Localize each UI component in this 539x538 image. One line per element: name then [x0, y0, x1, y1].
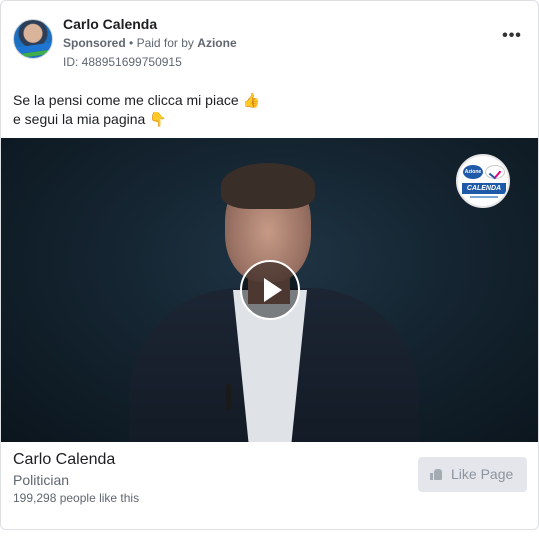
sponsored-label: Sponsored [63, 36, 126, 50]
ad-footer: Carlo Calenda Politician 199,298 people … [1, 442, 538, 529]
video-player[interactable]: Azione CALENDA [1, 138, 538, 442]
lapel-mic [226, 384, 231, 410]
footer-page-name[interactable]: Carlo Calenda [13, 451, 115, 469]
footer-category: Politician [13, 472, 70, 488]
ad-card: Carlo Calenda Sponsored • Paid for by Az… [0, 0, 539, 530]
ad-body-text: Se la pensi come me clicca mi piace 👍 e … [13, 91, 523, 129]
calenda-logo: Azione CALENDA [456, 154, 510, 208]
paid-for-label: Paid for by [136, 36, 194, 50]
ad-header: Carlo Calenda Sponsored • Paid for by Az… [13, 15, 528, 75]
logo-name-text: CALENDA [462, 183, 506, 194]
video-person-hair [221, 163, 315, 209]
play-icon [264, 278, 282, 302]
logo-underline [470, 196, 498, 198]
more-options-button[interactable]: ••• [500, 28, 524, 47]
thumbs-up-icon [430, 469, 442, 480]
renew-logo [485, 165, 505, 179]
sponsor-line: Sponsored • Paid for by Azione [63, 36, 237, 50]
page-avatar[interactable] [13, 19, 53, 59]
footer-like-count: 199,298 people like this [13, 491, 140, 505]
like-page-button[interactable]: Like Page [418, 457, 527, 492]
payer-name: Azione [197, 36, 237, 50]
play-button[interactable] [240, 260, 300, 320]
ad-id: ID: 488951699750915 [63, 55, 182, 69]
like-page-label: Like Page [451, 466, 514, 482]
page-name-link[interactable]: Carlo Calenda [63, 16, 157, 32]
meta-separator: • [129, 36, 134, 50]
body-line-2: e segui la mia pagina 👇 [13, 111, 167, 127]
azione-logo: Azione [463, 165, 483, 179]
body-line-1: Se la pensi come me clicca mi piace 👍 [13, 92, 260, 108]
